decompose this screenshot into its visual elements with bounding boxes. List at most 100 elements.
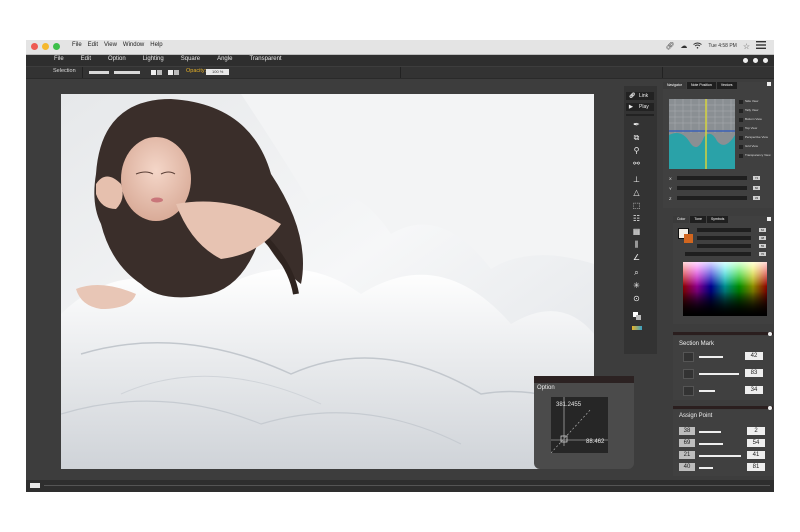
- axis-z-slider[interactable]: [677, 196, 747, 200]
- tab-navigator[interactable]: Navigator: [663, 82, 686, 89]
- view-option-transparency[interactable]: Transparency View: [739, 153, 773, 162]
- background-color-swatch[interactable]: [684, 234, 693, 243]
- tab-vectors[interactable]: Vectors: [716, 82, 737, 89]
- color-swatch-icon[interactable]: [632, 326, 642, 330]
- anchor-tool-icon[interactable]: ⊥: [632, 175, 641, 184]
- grid-tool-icon[interactable]: ▦: [632, 227, 641, 236]
- system-menu-window[interactable]: Window: [123, 42, 144, 48]
- opacity-input[interactable]: 100 %: [206, 69, 230, 75]
- channel-value-1[interactable]: 62: [759, 228, 766, 232]
- menu-file[interactable]: File: [54, 56, 64, 62]
- tab-tone[interactable]: Tone: [690, 216, 706, 223]
- mode-checkbox-d[interactable]: [174, 70, 179, 75]
- pen-tool-icon[interactable]: ✒︎: [632, 120, 641, 129]
- zoom-window-button[interactable]: [53, 43, 60, 50]
- tab-symbols[interactable]: Symbols: [706, 216, 729, 223]
- menu-angle[interactable]: Angle: [217, 56, 232, 62]
- section-mark-value-3[interactable]: 34: [745, 386, 763, 394]
- assign-point-slider-3[interactable]: [699, 455, 741, 457]
- canvas-image[interactable]: [61, 94, 594, 469]
- axis-y-value[interactable]: 60: [753, 186, 760, 190]
- channel-slider-2[interactable]: [697, 236, 751, 240]
- mode-checkbox-b[interactable]: [157, 70, 162, 75]
- channel-value-4[interactable]: 70: [759, 252, 766, 256]
- sparkle-tool-icon[interactable]: ✳: [632, 281, 641, 290]
- view-option-grid[interactable]: Grid View: [739, 144, 773, 153]
- menu-edit[interactable]: Edit: [81, 56, 91, 62]
- system-menu-view[interactable]: View: [104, 42, 117, 48]
- channel-slider-4[interactable]: [685, 252, 751, 256]
- tab-color[interactable]: Color: [673, 216, 690, 223]
- brush-hardness-field[interactable]: [114, 71, 140, 74]
- section-mark-slider-1[interactable]: [699, 356, 723, 358]
- clock-text[interactable]: Tue 4:58 PM: [708, 43, 736, 49]
- search-icon[interactable]: ⚲: [632, 146, 641, 155]
- close-window-button[interactable]: [31, 43, 38, 50]
- assign-point-left-4[interactable]: 40: [679, 463, 695, 471]
- assign-point-slider-2[interactable]: [699, 443, 723, 445]
- transform-icon[interactable]: ☷: [632, 214, 641, 223]
- channel-slider-3[interactable]: [697, 244, 751, 248]
- section-mark-swatch-3[interactable]: [683, 386, 694, 396]
- option-panel-header[interactable]: [534, 376, 634, 383]
- assign-point-slider-1[interactable]: [699, 431, 721, 433]
- system-menu-file[interactable]: File: [72, 42, 82, 48]
- system-menu-edit[interactable]: Edit: [88, 42, 98, 48]
- menu-square[interactable]: Square: [181, 56, 200, 62]
- view-option-side[interactable]: Side View: [739, 99, 773, 108]
- section-mark-value-1[interactable]: 42: [745, 352, 763, 360]
- columns-tool-icon[interactable]: ⫼: [632, 240, 641, 249]
- cloud-icon[interactable]: ☁︎: [680, 42, 687, 50]
- hamburger-menu-icon[interactable]: [756, 41, 766, 51]
- channel-value-3[interactable]: 55: [759, 244, 766, 248]
- channel-value-2[interactable]: 48: [759, 236, 766, 240]
- assign-point-left-1[interactable]: 38: [679, 427, 695, 435]
- view-option-tally[interactable]: Tally View: [739, 108, 773, 117]
- assign-point-right-4[interactable]: 81: [747, 463, 765, 471]
- view-option-perspective[interactable]: Perspective View: [739, 135, 773, 144]
- section-mark-swatch-1[interactable]: [683, 352, 694, 362]
- axis-y-slider[interactable]: [677, 186, 747, 190]
- view-option-top[interactable]: Top View: [739, 126, 773, 135]
- brush-size-field[interactable]: [89, 71, 109, 74]
- section-mark-slider-3[interactable]: [699, 390, 715, 392]
- assign-point-left-2[interactable]: 69: [679, 439, 695, 447]
- measure-tool-icon[interactable]: ∠: [632, 253, 641, 262]
- axis-x-slider[interactable]: [677, 176, 747, 180]
- mode-checkbox-c[interactable]: [168, 70, 173, 75]
- broadcast-tool-icon[interactable]: ⊙: [632, 294, 641, 303]
- system-menu-help[interactable]: Help: [150, 42, 162, 48]
- menu-option[interactable]: Option: [108, 56, 126, 62]
- zoom-people-icon[interactable]: ⚯: [632, 159, 641, 168]
- assign-point-right-2[interactable]: 54: [747, 439, 765, 447]
- view-option-bottom[interactable]: Bottom View: [739, 117, 773, 126]
- assign-point-right-1[interactable]: 2: [747, 427, 765, 435]
- select-region-icon[interactable]: ⬚: [632, 201, 641, 210]
- channel-slider-1[interactable]: [697, 228, 751, 232]
- axis-z-value[interactable]: 33: [753, 196, 760, 200]
- section-mark-value-2[interactable]: 83: [745, 369, 763, 377]
- star-icon[interactable]: ☆: [743, 42, 750, 51]
- tab-note-position[interactable]: Note Position: [686, 82, 716, 89]
- section-mark-slider-2[interactable]: [699, 373, 739, 375]
- link-status-icon[interactable]: 🔗︎: [665, 42, 674, 50]
- assign-point-right-3[interactable]: 41: [747, 451, 765, 459]
- window-more-dots[interactable]: [743, 58, 768, 63]
- fill-tool-icon[interactable]: △: [632, 188, 641, 197]
- axis-x-value[interactable]: 74: [753, 176, 760, 180]
- play-button[interactable]: ▶ Play: [626, 103, 654, 111]
- minimize-window-button[interactable]: [42, 43, 49, 50]
- navigator-panel-close-icon[interactable]: [767, 82, 771, 86]
- timeline-track[interactable]: [44, 485, 770, 486]
- fg-bg-swatch[interactable]: [678, 228, 693, 243]
- section-mark-swatch-2[interactable]: [683, 369, 694, 379]
- lasso-tool-icon[interactable]: ⌕: [632, 268, 641, 277]
- mode-checkbox-a[interactable]: [151, 70, 156, 75]
- assign-point-slider-4[interactable]: [699, 467, 713, 469]
- copy-tool-icon[interactable]: ⧉: [632, 133, 641, 142]
- color-panel-close-icon[interactable]: [767, 217, 771, 221]
- menu-lighting[interactable]: Lighting: [143, 56, 164, 62]
- link-button[interactable]: 🔗︎ Link: [626, 92, 654, 100]
- assign-point-left-3[interactable]: 21: [679, 451, 695, 459]
- color-spectrum-picker[interactable]: [683, 262, 767, 316]
